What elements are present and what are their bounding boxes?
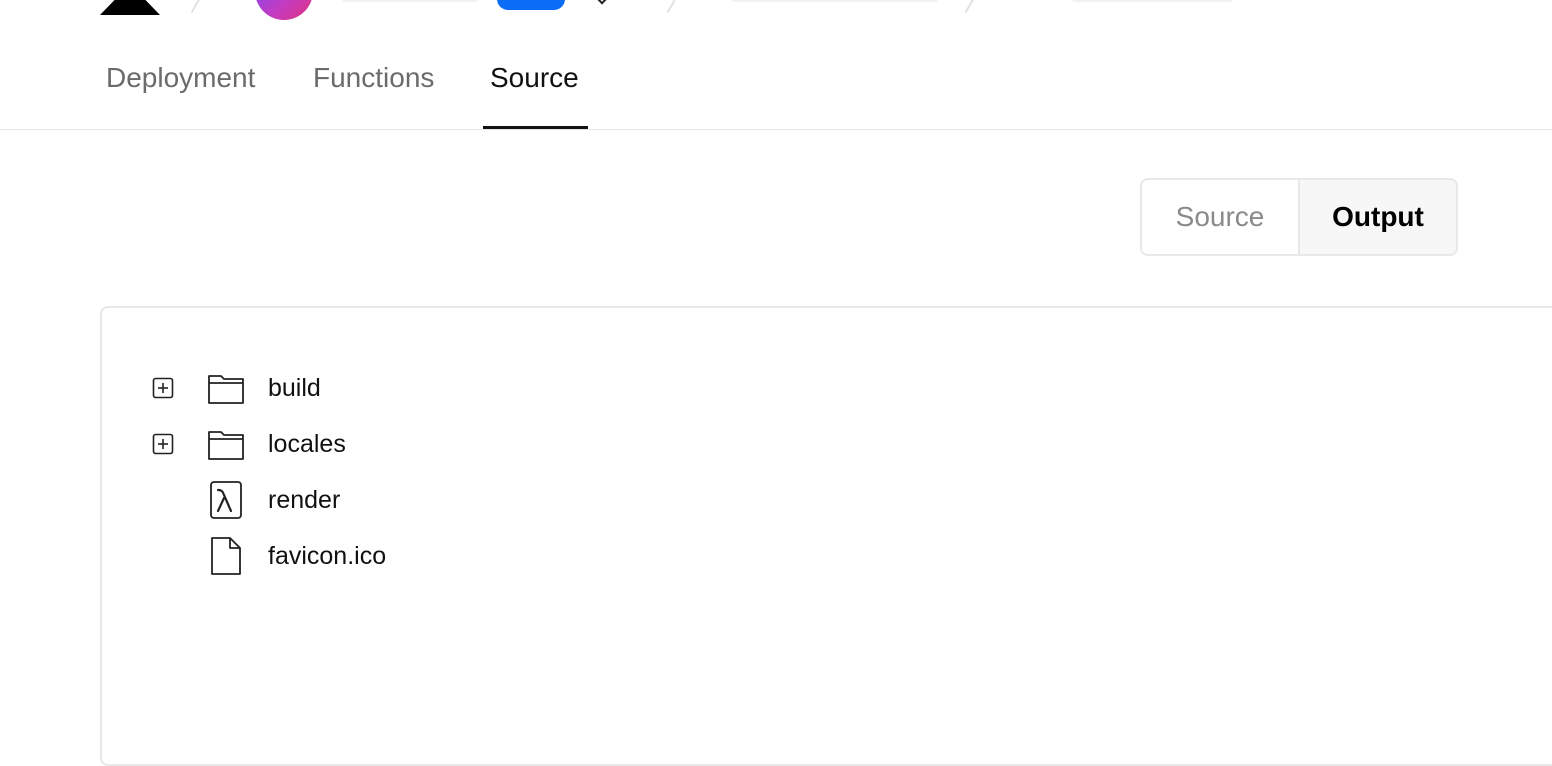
file-tree-item-favicon[interactable]: favicon.ico — [102, 536, 702, 576]
tab-deployment[interactable]: Deployment — [106, 62, 255, 94]
file-icon — [211, 537, 241, 575]
tab-bar: Deployment Functions Source — [0, 0, 1552, 130]
file-tree-item-locales[interactable]: locales — [102, 424, 702, 464]
active-tab-indicator — [483, 126, 588, 129]
file-name[interactable]: locales — [268, 430, 346, 459]
output-toggle-button[interactable]: Output — [1300, 180, 1456, 254]
source-toggle-button[interactable]: Source — [1142, 180, 1300, 254]
file-name[interactable]: render — [268, 486, 340, 515]
expand-plus-icon[interactable] — [152, 433, 174, 455]
tab-functions[interactable]: Functions — [313, 62, 434, 94]
file-name[interactable]: favicon.ico — [268, 542, 386, 571]
view-toggle: Source Output — [1140, 178, 1458, 256]
expand-plus-icon[interactable] — [152, 377, 174, 399]
tab-source[interactable]: Source — [490, 62, 579, 94]
file-tree-panel: build locales render favicon.ico — [100, 306, 1552, 766]
file-name[interactable]: build — [268, 374, 321, 403]
file-tree-item-render[interactable]: render — [102, 480, 702, 520]
folder-icon — [208, 375, 244, 404]
file-tree-item-build[interactable]: build — [102, 368, 702, 408]
lambda-icon — [210, 481, 242, 519]
folder-icon — [208, 431, 244, 460]
